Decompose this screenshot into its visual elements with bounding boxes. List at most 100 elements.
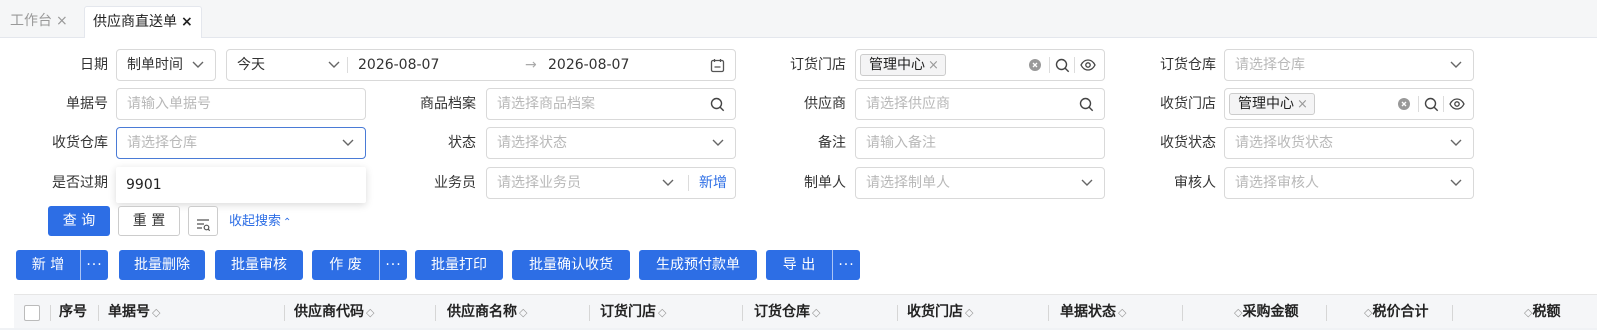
supplier-select[interactable]: 请选择供应商: [855, 88, 1105, 120]
chevron-down-icon: [1449, 168, 1463, 198]
batch-delete-button[interactable]: 批量删除: [119, 250, 205, 280]
void-more-button[interactable]: ···: [379, 250, 407, 280]
order-store-select[interactable]: 管理中心 ×: [855, 49, 1105, 81]
sort-icon[interactable]: ◇: [965, 306, 973, 319]
generate-prepayment-button[interactable]: 生成预付款单: [639, 250, 757, 280]
tag-close-icon[interactable]: ×: [1297, 97, 1308, 112]
doc-no-input[interactable]: 请输入单据号: [116, 88, 366, 120]
auditor-label: 审核人: [1174, 175, 1216, 191]
chevron-down-icon: [661, 168, 675, 198]
void-button-group: 作 废 ···: [312, 250, 407, 280]
chevron-down-icon: [1449, 128, 1463, 158]
col-receive-store[interactable]: 收货门店 ◇: [907, 295, 973, 330]
col-order-warehouse[interactable]: 订货仓库 ◇: [754, 295, 820, 330]
eye-icon[interactable]: [1079, 50, 1097, 80]
creator-label: 制单人: [804, 175, 846, 191]
date-range-picker[interactable]: 今天 2026-08-07 → 2026-08-07: [226, 49, 736, 81]
receive-store-label: 收货门店: [1160, 96, 1216, 112]
date-type-select[interactable]: 制单时间: [116, 49, 216, 81]
divider: [347, 57, 348, 73]
tab-supplier-direct[interactable]: 供应商直送单 ×: [84, 6, 202, 38]
export-more-button[interactable]: ···: [832, 250, 860, 280]
sort-icon[interactable]: ◇: [366, 306, 374, 319]
col-total-with-tax[interactable]: ◇税价合计: [1362, 295, 1428, 330]
chevron-down-icon: [1080, 168, 1094, 198]
close-icon[interactable]: ×: [181, 14, 193, 30]
chevron-down-icon: [711, 128, 725, 158]
creator-select[interactable]: 请选择制单人: [855, 167, 1105, 199]
salesman-label: 业务员: [434, 175, 476, 191]
start-date[interactable]: 2026-08-07: [358, 50, 439, 80]
product-select[interactable]: 请选择商品档案: [486, 88, 736, 120]
batch-print-button[interactable]: 批量打印: [415, 250, 503, 280]
tab-workbench[interactable]: 工作台 ×: [2, 6, 76, 38]
end-date[interactable]: 2026-08-07: [548, 50, 629, 80]
collapse-search-link[interactable]: 收起搜索 ⌃: [229, 214, 291, 231]
tab-label: 工作台: [10, 13, 52, 29]
order-warehouse-select[interactable]: 请选择仓库: [1224, 49, 1474, 81]
tab-bar: 工作台 × 供应商直送单 ×: [0, 0, 1597, 38]
order-store-label: 订货门店: [790, 57, 846, 73]
auditor-select[interactable]: 请选择审核人: [1224, 167, 1474, 199]
receive-store-select[interactable]: 管理中心 ×: [1224, 88, 1474, 120]
sort-icon[interactable]: ◇: [658, 306, 666, 319]
order-warehouse-label: 订货仓库: [1160, 57, 1216, 73]
close-icon[interactable]: ×: [56, 13, 68, 29]
col-supplier-code[interactable]: 供应商代码 ◇: [294, 295, 374, 330]
export-button[interactable]: 导 出: [766, 250, 832, 280]
col-seq: 序号: [59, 304, 87, 320]
clear-icon[interactable]: [1397, 89, 1411, 119]
tag-close-icon[interactable]: ×: [928, 58, 939, 73]
range-arrow: →: [525, 57, 537, 73]
expired-label: 是否过期: [52, 175, 108, 191]
col-doc-no[interactable]: 单据号 ◇: [108, 295, 160, 330]
table-header: 序号 单据号 ◇ 供应商代码 ◇ 供应商名称 ◇ 订货门店 ◇ 订货仓库 ◇ 收货门店 ◇ …: [14, 294, 1597, 328]
col-purchase-amount[interactable]: ◇采购金额: [1232, 295, 1298, 330]
chevron-down-icon: [191, 50, 205, 80]
filter-settings-button[interactable]: [188, 206, 218, 236]
search-icon[interactable]: [709, 89, 725, 119]
add-salesman-link[interactable]: 新增: [699, 168, 727, 198]
status-select[interactable]: 请选择状态: [486, 127, 736, 159]
status-label: 状态: [448, 135, 476, 151]
search-icon[interactable]: [1423, 89, 1439, 119]
query-button[interactable]: 查 询: [48, 206, 110, 236]
batch-confirm-receipt-button[interactable]: 批量确认收货: [512, 250, 630, 280]
eye-icon[interactable]: [1448, 89, 1466, 119]
search-icon[interactable]: [1054, 50, 1070, 80]
remark-label: 备注: [818, 135, 846, 151]
salesman-select[interactable]: 请选择业务员 新增: [486, 167, 736, 199]
divider: [1049, 57, 1050, 73]
date-label: 日期: [80, 57, 108, 73]
tab-label: 供应商直送单: [93, 14, 177, 30]
col-tax-amount[interactable]: ◇税额: [1522, 295, 1560, 330]
add-button-group: 新 增 ···: [16, 250, 108, 280]
warehouse-dropdown-option[interactable]: 9901: [116, 167, 366, 203]
sort-icon[interactable]: ◇: [1118, 306, 1126, 319]
divider: [1418, 96, 1419, 112]
list-search-icon: [196, 214, 211, 242]
receive-status-select[interactable]: 请选择收货状态: [1224, 127, 1474, 159]
clear-icon[interactable]: [1028, 50, 1042, 80]
sort-icon[interactable]: ◇: [812, 306, 820, 319]
chevron-down-icon: [341, 128, 355, 158]
batch-audit-button[interactable]: 批量审核: [215, 250, 303, 280]
add-more-button[interactable]: ···: [80, 250, 108, 280]
chevron-down-icon: [1449, 50, 1463, 80]
supplier-label: 供应商: [804, 96, 846, 112]
receive-warehouse-select[interactable]: 请选择仓库: [116, 127, 366, 159]
search-icon[interactable]: [1078, 89, 1094, 119]
calendar-icon[interactable]: [709, 50, 725, 80]
void-button[interactable]: 作 废: [312, 250, 379, 280]
sort-icon[interactable]: ◇: [519, 306, 527, 319]
sort-icon[interactable]: ◇: [152, 306, 160, 319]
add-button[interactable]: 新 增: [16, 250, 80, 280]
col-order-store[interactable]: 订货门店 ◇: [600, 295, 666, 330]
export-button-group: 导 出 ···: [766, 250, 860, 280]
col-doc-status[interactable]: 单据状态 ◇: [1060, 295, 1126, 330]
remark-input[interactable]: 请输入备注: [855, 127, 1105, 159]
col-supplier-name[interactable]: 供应商名称 ◇: [447, 295, 527, 330]
reset-button[interactable]: 重 置: [118, 206, 180, 236]
chevron-up-icon: ⌃: [283, 217, 292, 228]
select-all-checkbox[interactable]: [24, 305, 40, 321]
